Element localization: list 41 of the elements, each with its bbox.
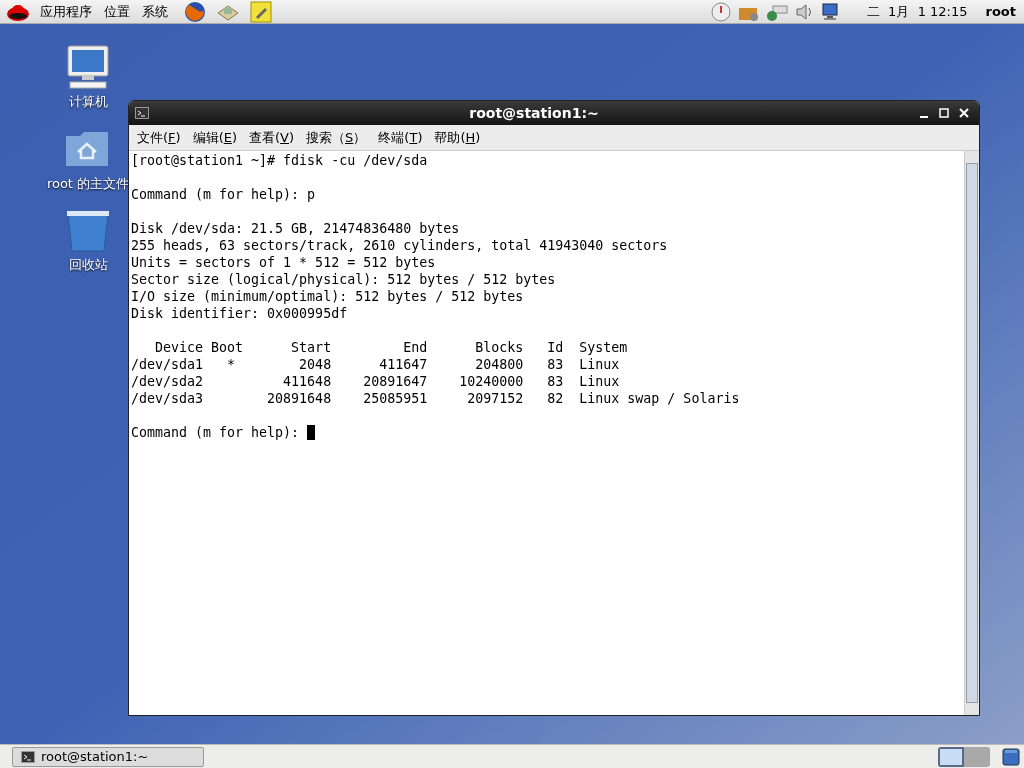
- terminal-line: [root@station1 ~]# fdisk -cu /dev/sda: [131, 152, 429, 169]
- window-title: root@station1:~: [468, 103, 600, 123]
- panel-clock[interactable]: 二 1月 1 12:15: [866, 1, 968, 22]
- terminal-icon: [21, 750, 35, 763]
- terminal-line: I/O size (minimum/optimal): 512 bytes / 512 bytes: [131, 288, 525, 305]
- workspace-button[interactable]: [938, 746, 964, 767]
- panel-menu[interactable]: 位置: [98, 1, 136, 22]
- clock-dial-icon[interactable]: [710, 1, 731, 22]
- computer-icon[interactable]: [64, 44, 112, 90]
- menu-item[interactable]: 搜索（S）: [302, 127, 371, 148]
- menu-item[interactable]: 终端(T): [374, 127, 427, 148]
- menu-item[interactable]: 文件(F): [133, 127, 185, 148]
- terminal-line: Disk identifier: 0x000995df: [131, 305, 349, 322]
- terminal-line: /dev/sda3 20891648 25085951 2097152 82 Linux swap / Solaris: [131, 390, 741, 407]
- desktop-icon-label[interactable]: 回收站: [68, 255, 108, 275]
- panel-menu[interactable]: 系统: [136, 1, 174, 22]
- panel-menu[interactable]: 应用程序: [34, 1, 98, 22]
- terminal-cursor: [307, 425, 316, 440]
- terminal-line: Sector size (logical/physical): 512 bytes / 512 bytes: [131, 271, 557, 288]
- menu-item[interactable]: 查看(V): [245, 127, 299, 148]
- maximize-icon[interactable]: [939, 108, 949, 118]
- terminal-line: Disk /dev/sda: 21.5 GB, 21474836480 bytes: [131, 220, 461, 237]
- terminal-line: /dev/sda1 * 2048 411647 204800 83 Linux: [131, 356, 621, 373]
- panel-user[interactable]: root: [985, 1, 1016, 22]
- scrollbar[interactable]: [964, 151, 979, 715]
- menu-item[interactable]: 编辑(E): [188, 127, 241, 148]
- desktop-icon-label[interactable]: root 的主文件: [46, 173, 130, 193]
- globe-browser-icon[interactable]: [184, 0, 206, 23]
- close-icon[interactable]: [959, 108, 969, 118]
- terminal-line: /dev/sda2 411648 20891647 10240000 83 Linux: [131, 373, 621, 390]
- desktop-icon-label[interactable]: 计算机: [68, 92, 108, 112]
- terminal-line: Command (m for help): p: [131, 186, 317, 203]
- note-pencil-icon[interactable]: [250, 0, 272, 23]
- monitor-icon[interactable]: [820, 1, 841, 22]
- terminal-line: Units = sectors of 1 * 512 = 512 bytes: [131, 254, 437, 271]
- terminal-line: Command (m for help):: [131, 424, 301, 441]
- terminal-line: Device Boot Start End Blocks Id System: [154, 339, 629, 356]
- terminal-icon: [135, 107, 149, 119]
- terminal-line: 255 heads, 63 sectors/track, 2610 cylinders, total 41943040 sectors: [131, 237, 669, 254]
- taskbar-button[interactable]: root@station1:~: [12, 746, 204, 767]
- menu-item[interactable]: 帮助(H): [430, 127, 485, 148]
